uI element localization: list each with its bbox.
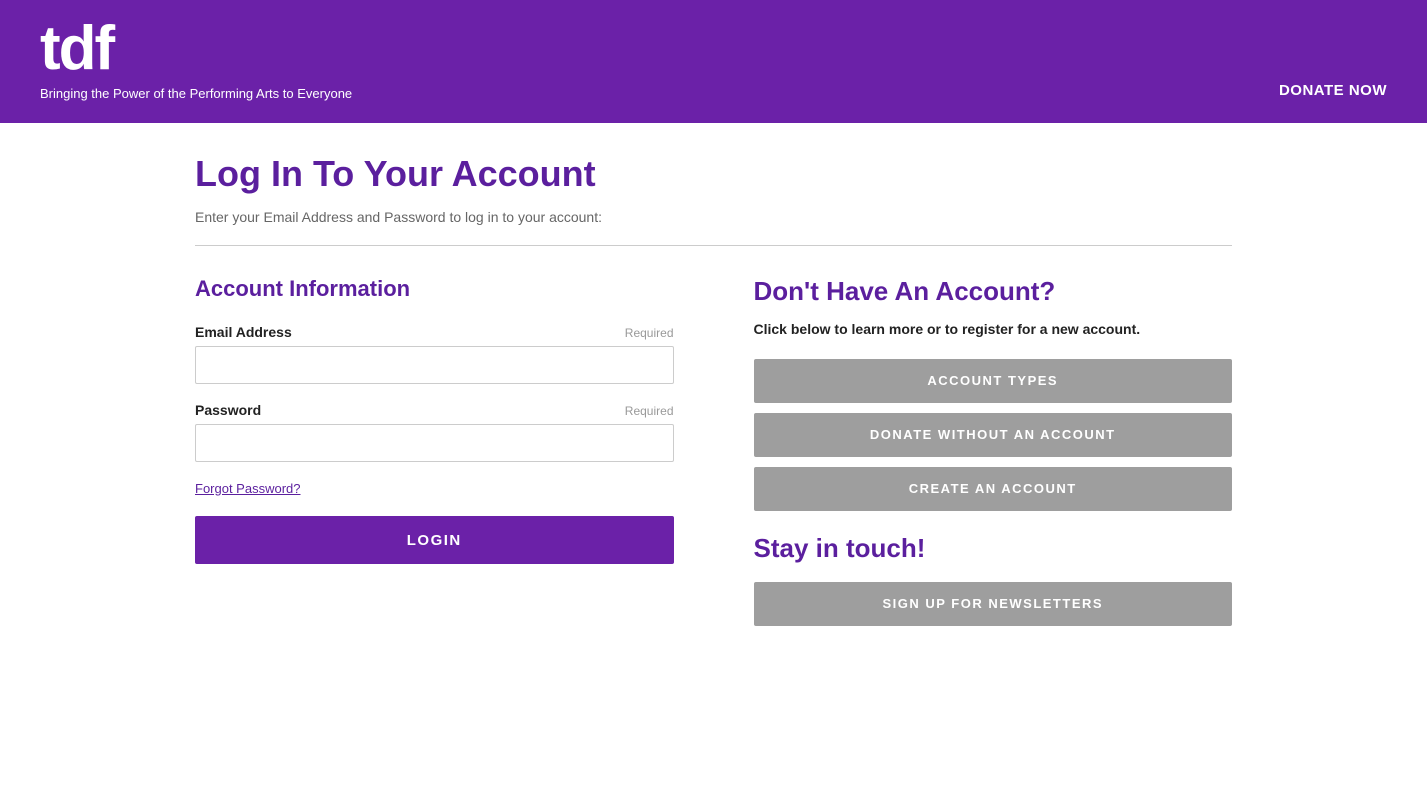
email-required: Required (625, 326, 674, 340)
header-left: tdf Bringing the Power of the Performing… (40, 18, 352, 105)
no-account-subtitle: Click below to learn more or to register… (754, 321, 1233, 337)
right-column: Don't Have An Account? Click below to le… (754, 276, 1233, 636)
account-types-button[interactable]: ACCOUNT TYPES (754, 359, 1233, 403)
site-header: tdf Bringing the Power of the Performing… (0, 0, 1427, 123)
no-account-title: Don't Have An Account? (754, 276, 1233, 307)
two-columns-layout: Account Information Email Address Requir… (195, 276, 1232, 636)
password-label: Password (195, 402, 261, 418)
divider (195, 245, 1232, 246)
stay-in-touch-title: Stay in touch! (754, 533, 1233, 564)
donate-without-account-button[interactable]: DONATE WITHOUT AN ACCOUNT (754, 413, 1233, 457)
email-input[interactable] (195, 346, 674, 384)
password-field-row: Password Required (195, 402, 674, 418)
page-subtitle: Enter your Email Address and Password to… (195, 209, 1232, 225)
email-field-row: Email Address Required (195, 324, 674, 340)
donate-now-link[interactable]: DONATE NOW (1279, 82, 1387, 99)
account-info-title: Account Information (195, 276, 674, 302)
main-content: Log In To Your Account Enter your Email … (0, 123, 1427, 676)
newsletter-button[interactable]: SIGN UP FOR NEWSLETTERS (754, 582, 1233, 626)
email-label: Email Address (195, 324, 292, 340)
password-input[interactable] (195, 424, 674, 462)
create-account-button[interactable]: CREATE AN ACCOUNT (754, 467, 1233, 511)
login-button[interactable]: LOGIN (195, 516, 674, 564)
forgot-password-link[interactable]: Forgot Password? (195, 481, 301, 496)
site-tagline: Bringing the Power of the Performing Art… (40, 86, 352, 101)
page-title: Log In To Your Account (195, 153, 1232, 195)
site-logo[interactable]: tdf (40, 18, 352, 80)
password-required: Required (625, 404, 674, 418)
left-column: Account Information Email Address Requir… (195, 276, 674, 636)
